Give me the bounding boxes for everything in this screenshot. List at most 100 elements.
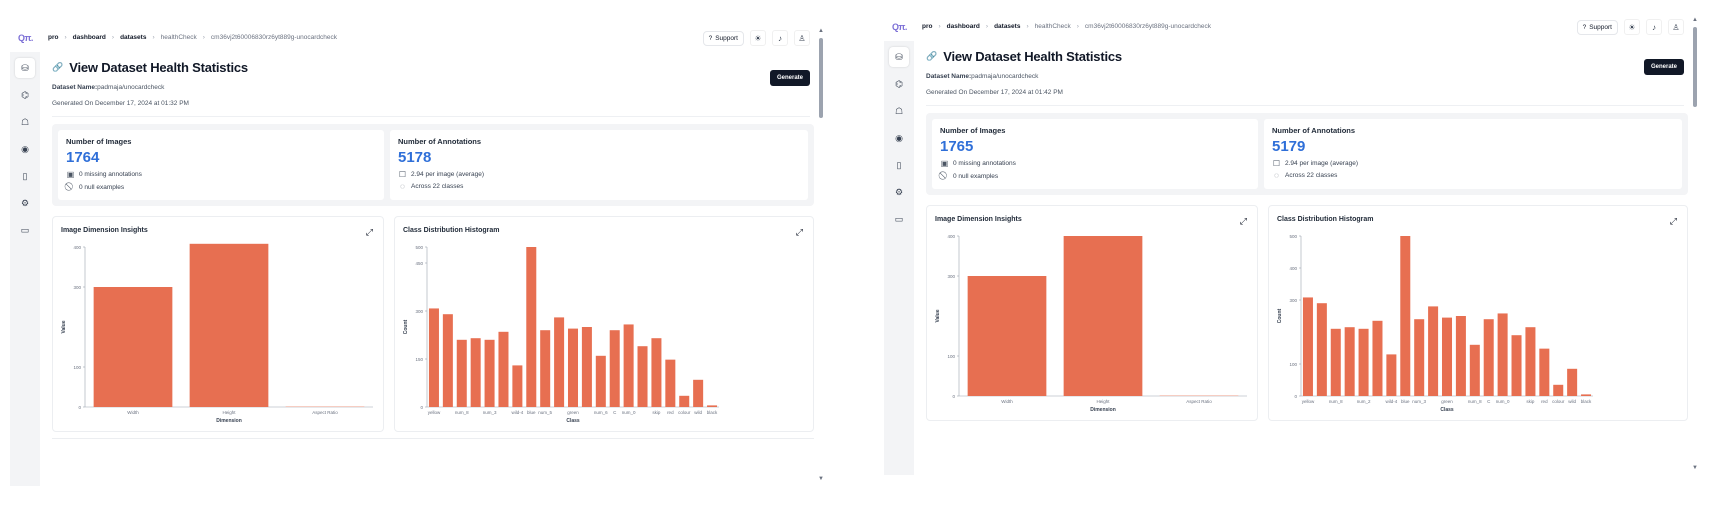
y-axis-label: Count (1277, 308, 1283, 323)
y-axis-label: Count (403, 319, 409, 334)
x-tick-label: wild-4 (511, 410, 523, 415)
page-title: View Dataset Health Statistics (943, 49, 1122, 64)
y-tick-label: 450 (415, 261, 423, 266)
annotations-label: Number of Annotations (398, 137, 482, 146)
x-tick-label: Width (127, 410, 139, 415)
x-tick-label: Height (1096, 399, 1110, 404)
breadcrumb-datasets[interactable]: datasets (994, 23, 1020, 30)
generated-on-text: Generated On December 17, 2024 at 01:32 … (52, 100, 189, 107)
x-tick-label: red (667, 410, 674, 415)
bar (1316, 303, 1327, 396)
scroll-down-arrow-icon[interactable]: ▼ (1692, 465, 1698, 471)
dimension-chart: 0 100 300 400 Width Height Aspect Ratio Dimensi… (61, 243, 373, 424)
chevron-right-icon: › (111, 34, 115, 41)
y-tick-label: 0 (1294, 394, 1297, 399)
bar (679, 395, 690, 407)
expand-icon[interactable]: ⤢ (1670, 216, 1677, 227)
database-icon[interactable]: ⛁ (889, 47, 909, 67)
x-tick-label: Width (1001, 399, 1013, 404)
x-axis-label: Class (1440, 407, 1454, 413)
scrollbar[interactable]: ▲ ▼ (1692, 17, 1698, 471)
annotate-icon[interactable]: ⌬ (15, 85, 35, 105)
breadcrumb-pro[interactable]: pro (48, 34, 58, 41)
x-tick-label: yellow (428, 410, 441, 415)
dashed-circle-icon: ◌ (400, 182, 405, 191)
broadcast-icon[interactable]: ◉ (15, 139, 35, 159)
book-icon[interactable]: ▯ (889, 155, 909, 175)
x-tick-label: C (613, 410, 617, 415)
per-image-row: ☐ 2.94 per image (average) (1272, 159, 1674, 168)
breadcrumb-dataset-id[interactable]: cm36vj2t60006830rz6yt889g-unocardcheck (211, 34, 337, 41)
breadcrumb-pro[interactable]: pro (922, 23, 932, 30)
expand-icon[interactable]: ⤢ (366, 227, 373, 238)
x-tick-label: skip (1526, 399, 1534, 404)
bar (1159, 395, 1239, 396)
y-tick-label: 500 (415, 245, 423, 250)
theme-toggle-sun-icon[interactable]: ☀ (1624, 19, 1640, 35)
database-icon[interactable]: ⛁ (15, 58, 35, 78)
bar (665, 359, 676, 407)
theme-toggle-sun-icon[interactable]: ☀ (750, 30, 766, 46)
bar (1525, 327, 1536, 396)
bell-icon[interactable]: ♪ (1646, 19, 1662, 35)
breadcrumb-dataset-id[interactable]: cm36vj2t60006830rz6yt889g-unocardcheck (1085, 23, 1211, 30)
class-chart-title: Class Distribution Histogram (1277, 216, 1374, 223)
robot-icon[interactable]: ☖ (889, 101, 909, 121)
expand-icon[interactable]: ⤢ (1240, 216, 1247, 227)
scroll-up-arrow-icon[interactable]: ▲ (818, 28, 824, 34)
chevron-right-icon: › (1076, 23, 1079, 30)
missing-annotations-row: ▣ 0 missing annotations (940, 159, 1250, 168)
broadcast-icon[interactable]: ◉ (889, 128, 909, 148)
generate-button[interactable]: Generate (1643, 59, 1684, 75)
scroll-thumb[interactable] (1693, 27, 1697, 107)
bar (1539, 348, 1550, 396)
breadcrumb-healthcheck[interactable]: healthCheck (161, 34, 197, 41)
scroll-down-arrow-icon[interactable]: ▼ (818, 476, 824, 482)
breadcrumb: pro › dashboard › datasets › healthCheck › c… (48, 34, 337, 41)
breadcrumb-datasets[interactable]: datasets (120, 34, 146, 41)
page-header: 🔗 View Dataset Health Statistics (52, 60, 248, 75)
top-actions: ? Support ☀ ♪ ♙ (702, 30, 810, 46)
user-avatar-icon[interactable]: ♙ (1668, 19, 1684, 35)
settings-gear-icon[interactable]: ⚙ (15, 193, 35, 213)
credit-card-icon[interactable]: ▭ (889, 209, 909, 229)
support-button[interactable]: ? Support (702, 30, 744, 46)
x-tick-label: colour (1552, 399, 1565, 404)
y-axis-label: Value (61, 320, 67, 333)
generate-button[interactable]: Generate (769, 70, 810, 86)
y-tick-label: 300 (415, 309, 423, 314)
scrollbar[interactable]: ▲ ▼ (818, 28, 824, 482)
breadcrumb-dashboard[interactable]: dashboard (947, 23, 980, 30)
user-avatar-icon[interactable]: ♙ (794, 30, 810, 46)
y-tick-label: 150 (415, 357, 423, 362)
bell-icon[interactable]: ♪ (772, 30, 788, 46)
scroll-thumb[interactable] (819, 38, 823, 118)
breadcrumb-healthcheck[interactable]: healthCheck (1035, 23, 1071, 30)
ban-icon: ⃠ (66, 182, 75, 192)
bar (93, 287, 173, 407)
app-logo[interactable]: Qπ. (892, 22, 907, 32)
ban-icon: ⃠ (940, 171, 949, 181)
y-tick-label: 0 (78, 405, 81, 410)
dimension-chart-card: Image Dimension Insights ⤢ 0 100 300 400 Wid… (926, 205, 1258, 421)
settings-gear-icon[interactable]: ⚙ (889, 182, 909, 202)
x-tick-label: num_3 (1412, 399, 1426, 404)
class-chart-title: Class Distribution Histogram (403, 227, 500, 234)
bar (498, 331, 509, 407)
breadcrumb-dashboard[interactable]: dashboard (73, 34, 106, 41)
app-logo[interactable]: Qπ. (18, 33, 33, 43)
dataset-name-label: Dataset Name: (926, 73, 972, 80)
scroll-up-arrow-icon[interactable]: ▲ (1692, 17, 1698, 23)
expand-icon[interactable]: ⤢ (796, 227, 803, 238)
bar (428, 308, 439, 407)
book-icon[interactable]: ▯ (15, 166, 35, 186)
per-image-text: 2.94 per image (average) (411, 171, 484, 178)
robot-icon[interactable]: ☖ (15, 112, 35, 132)
x-axis-label: Class (566, 418, 580, 424)
bar (1581, 394, 1592, 396)
y-tick-label: 400 (947, 234, 955, 239)
square-icon: ☐ (398, 170, 407, 179)
annotate-icon[interactable]: ⌬ (889, 74, 909, 94)
credit-card-icon[interactable]: ▭ (15, 220, 35, 240)
support-button[interactable]: ? Support (1576, 19, 1618, 35)
